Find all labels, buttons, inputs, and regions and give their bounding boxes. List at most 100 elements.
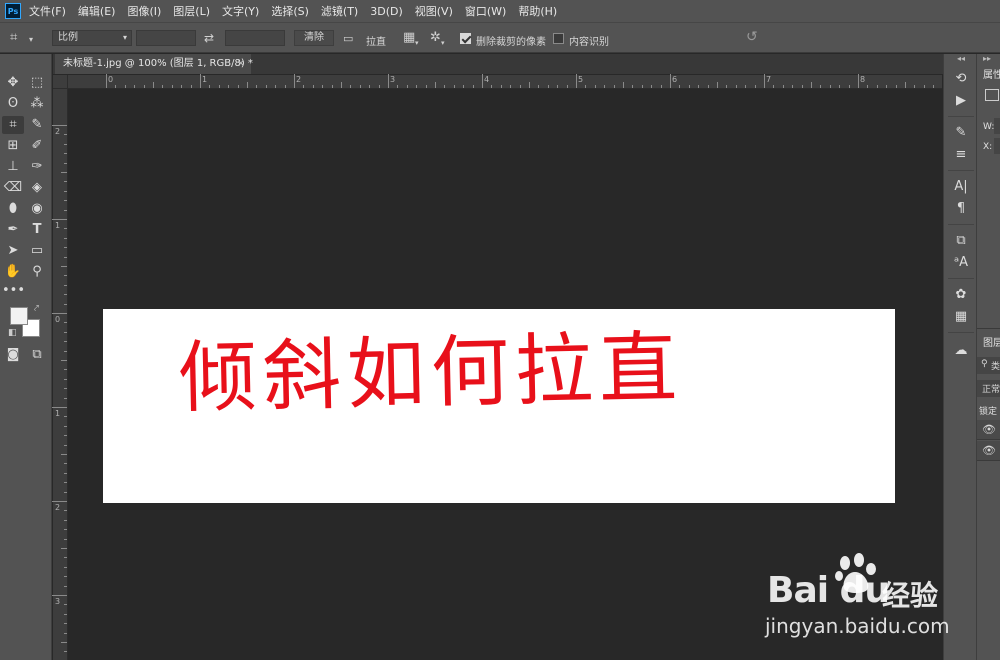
properties-x-input[interactable] bbox=[994, 138, 1000, 154]
menu-view[interactable]: 视图(V) bbox=[415, 3, 453, 19]
ruler-tick bbox=[64, 209, 67, 211]
clear-button[interactable]: 清除 bbox=[294, 30, 334, 46]
ruler-label: 2 bbox=[296, 75, 302, 84]
pen-tool-icon[interactable]: ✒ bbox=[2, 221, 24, 239]
ruler-tick bbox=[64, 369, 67, 371]
ruler-tick bbox=[388, 74, 389, 88]
history-panel-icon[interactable]: ⟲ bbox=[951, 70, 971, 88]
clone-stamp-tool-icon[interactable]: ⊥ bbox=[2, 158, 24, 176]
menu-window[interactable]: 窗口(W) bbox=[465, 3, 506, 19]
chevron-down-icon[interactable]: ▾ bbox=[441, 37, 445, 50]
vertical-ruler[interactable]: 2 1 0 1 2 3 bbox=[52, 89, 68, 660]
menu-edit[interactable]: 编辑(E) bbox=[78, 3, 116, 19]
swap-colors-icon[interactable]: ⤤ bbox=[34, 304, 39, 314]
eyedropper-tool-icon[interactable]: ✎ bbox=[26, 116, 48, 134]
hand-tool-icon[interactable]: ✋ bbox=[2, 263, 24, 281]
screen-mode-icon[interactable]: ⧉ bbox=[26, 346, 48, 364]
gear-icon[interactable]: ✲ bbox=[430, 31, 441, 44]
straighten-icon[interactable]: ▭ bbox=[343, 32, 353, 45]
actions-panel-icon[interactable]: ▶ bbox=[951, 92, 971, 110]
document-canvas[interactable]: 倾斜如何拉直 bbox=[103, 309, 895, 503]
overlay-grid-icon[interactable]: ▦ bbox=[403, 31, 415, 44]
layers-filter-select[interactable]: ⚲ 类 bbox=[977, 357, 1000, 374]
type-tool-icon[interactable]: T bbox=[26, 221, 48, 239]
delete-cropped-checkbox[interactable] bbox=[460, 33, 471, 44]
photoshop-logo-icon[interactable]: Ps bbox=[5, 3, 21, 19]
character-panel-icon[interactable]: A| bbox=[951, 178, 971, 196]
brush-settings-icon[interactable]: ✎ bbox=[951, 124, 971, 142]
layers-panel-tab[interactable]: 图层 bbox=[983, 334, 1000, 349]
ruler-tick bbox=[64, 519, 67, 521]
swap-icon[interactable]: ⇄ bbox=[204, 32, 214, 45]
crop-tool-icon[interactable]: ⌗ bbox=[10, 31, 17, 44]
eye-icon[interactable]: 👁 bbox=[982, 444, 996, 457]
horizontal-ruler[interactable]: 0 1 2 3 4 5 6 7 8 bbox=[68, 74, 942, 89]
foreground-color-swatch[interactable] bbox=[10, 307, 28, 325]
magic-wand-tool-icon[interactable]: ⁂ bbox=[26, 95, 48, 113]
menu-image[interactable]: 图像(I) bbox=[127, 3, 161, 19]
ruler-label: 8 bbox=[860, 75, 866, 84]
chevron-down-icon[interactable]: ▾ bbox=[29, 33, 33, 46]
ruler-tick bbox=[64, 200, 67, 202]
quick-mask-icon[interactable]: ◙ bbox=[2, 346, 24, 364]
ratio-select[interactable]: 比例 ▾ bbox=[52, 30, 132, 46]
adjustments-panel-icon[interactable]: ≡ bbox=[951, 146, 971, 164]
blur-tool-icon[interactable]: ⬮ bbox=[2, 200, 24, 218]
menu-help[interactable]: 帮助(H) bbox=[518, 3, 557, 19]
swatches-panel-icon[interactable]: ▦ bbox=[951, 308, 971, 326]
reset-icon[interactable]: ↺ bbox=[746, 30, 758, 44]
zoom-tool-icon[interactable]: ⚲ bbox=[26, 263, 48, 281]
more-tools-icon[interactable]: ••• bbox=[2, 282, 25, 300]
crop-height-input[interactable] bbox=[225, 30, 285, 46]
ruler-tick bbox=[547, 85, 549, 88]
menu-type[interactable]: 文字(Y) bbox=[222, 3, 259, 19]
properties-panel-tab[interactable]: 属性 bbox=[983, 66, 1000, 81]
menu-select[interactable]: 选择(S) bbox=[271, 3, 309, 19]
marquee-tool-icon[interactable]: ⬚ bbox=[26, 74, 48, 92]
ruler-tick bbox=[52, 313, 67, 314]
ruler-label: 5 bbox=[578, 75, 584, 84]
ruler-tick bbox=[265, 85, 267, 88]
eraser-tool-icon[interactable]: ⌫ bbox=[2, 179, 24, 197]
properties-width-input[interactable] bbox=[994, 118, 1000, 134]
dodge-tool-icon[interactable]: ◉ bbox=[26, 200, 48, 218]
brush-tool-icon[interactable]: ✐ bbox=[26, 137, 48, 155]
paragraph-styles-icon[interactable]: ⧉ bbox=[951, 232, 971, 250]
layer-row[interactable]: 👁 bbox=[977, 441, 1000, 461]
collapse-icon[interactable]: ◂◂ bbox=[957, 54, 965, 63]
document-tab[interactable]: 未标题-1.jpg @ 100% (图层 1, RGB/8) * × bbox=[55, 54, 253, 74]
color-panel-icon[interactable]: ✿ bbox=[951, 286, 971, 304]
character-styles-icon[interactable]: ᵃA bbox=[951, 254, 971, 272]
content-aware-checkbox[interactable] bbox=[553, 33, 564, 44]
chevron-down-icon[interactable]: ▾ bbox=[415, 37, 419, 50]
ruler-tick bbox=[64, 294, 67, 296]
eye-icon[interactable]: 👁 bbox=[982, 423, 996, 436]
crop-width-input[interactable] bbox=[136, 30, 196, 46]
ruler-origin[interactable] bbox=[53, 75, 68, 89]
ruler-tick bbox=[529, 82, 530, 88]
rectangle-tool-icon[interactable]: ▭ bbox=[26, 242, 48, 260]
close-icon[interactable]: × bbox=[237, 54, 245, 74]
path-selection-tool-icon[interactable]: ➤ bbox=[2, 242, 24, 260]
healing-brush-tool-icon[interactable]: ⊞ bbox=[2, 137, 24, 155]
ruler-tick bbox=[294, 74, 295, 88]
ratio-select-value: 比例 bbox=[58, 32, 78, 43]
crop-tool-icon[interactable]: ⌗ bbox=[2, 116, 24, 134]
menu-3d[interactable]: 3D(D) bbox=[370, 5, 403, 18]
delete-cropped-label: 删除裁剪的像素 bbox=[476, 37, 546, 48]
collapse-icon[interactable]: ▸▸ bbox=[983, 54, 991, 63]
menu-file[interactable]: 文件(F) bbox=[29, 3, 66, 19]
move-tool-icon[interactable]: ✥ bbox=[2, 74, 24, 92]
layer-row[interactable]: 👁 bbox=[977, 420, 1000, 440]
default-colors-icon[interactable]: ◧ bbox=[8, 328, 17, 338]
menu-filter[interactable]: 滤镜(T) bbox=[321, 3, 358, 19]
ruler-tick bbox=[61, 266, 67, 267]
paragraph-panel-icon[interactable]: ¶ bbox=[951, 200, 971, 218]
lasso-tool-icon[interactable]: ʘ bbox=[2, 95, 24, 113]
paint-bucket-tool-icon[interactable]: ◈ bbox=[26, 179, 48, 197]
straighten-label[interactable]: 拉直 bbox=[366, 33, 386, 48]
menu-layer[interactable]: 图层(L) bbox=[173, 3, 210, 19]
blend-mode-select[interactable]: 正常 bbox=[977, 380, 1000, 397]
libraries-panel-icon[interactable]: ☁ bbox=[951, 342, 971, 360]
history-brush-tool-icon[interactable]: ✑ bbox=[26, 158, 48, 176]
